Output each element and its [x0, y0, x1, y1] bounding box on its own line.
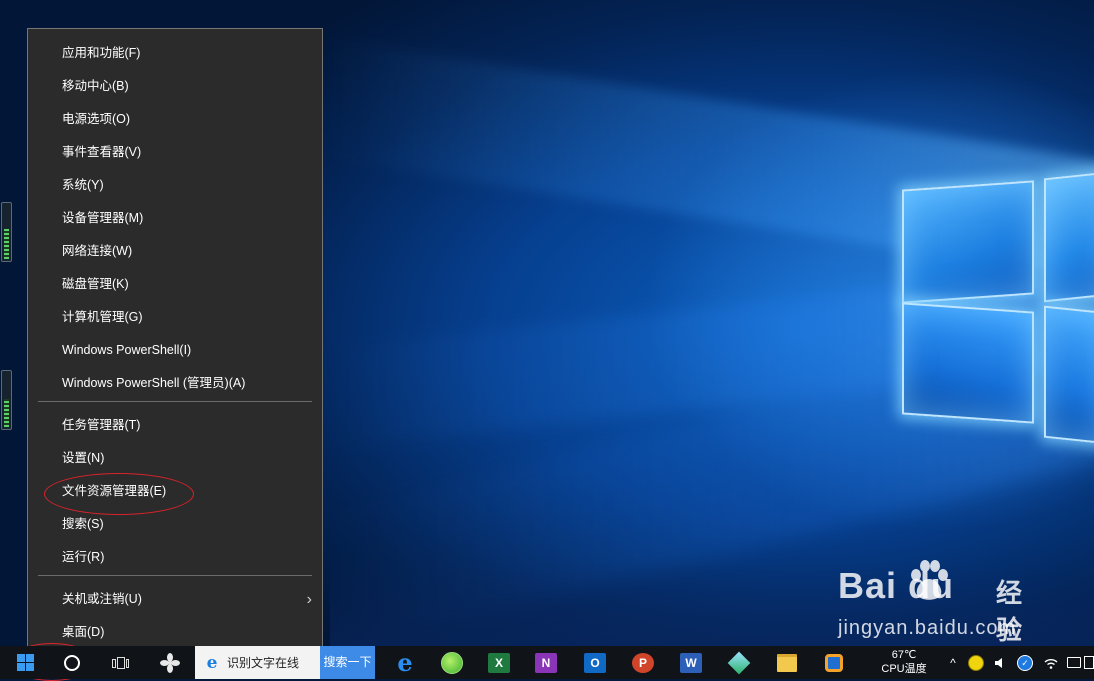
browser-360-icon: [441, 651, 463, 674]
menu-separator: [38, 401, 312, 402]
power-button[interactable]: [1064, 646, 1084, 679]
menu-item[interactable]: 关机或注销(U) ›: [28, 583, 322, 616]
menu-item[interactable]: 设备管理器(M): [28, 202, 322, 235]
cpu-temperature-label: CPU温度: [881, 663, 927, 675]
menu-item[interactable]: 网络连接(W): [28, 235, 322, 268]
taskbar-app-outlook[interactable]: O: [575, 646, 615, 679]
tray-security-app[interactable]: ✓: [1014, 646, 1036, 679]
cortana-icon: [64, 654, 80, 671]
menu-separator: [38, 575, 312, 576]
powerpoint-icon: P: [632, 652, 654, 673]
meter-gadget: [1, 202, 12, 262]
plug-icon: [1067, 657, 1081, 668]
cortana-button[interactable]: [52, 646, 92, 679]
search-input[interactable]: 识别文字在线: [227, 654, 309, 671]
menu-item[interactable]: 电源选项(O): [28, 103, 322, 136]
outlook-icon: O: [584, 652, 606, 673]
show-hidden-icons-button[interactable]: ^: [944, 646, 962, 679]
windows-logo-pane: [1044, 171, 1094, 303]
taskbar-app-orange[interactable]: [814, 646, 854, 679]
action-center-button[interactable]: [1084, 646, 1094, 679]
menu-item[interactable]: 运行(R): [28, 541, 322, 574]
taskbar-app-360-browser[interactable]: [432, 646, 472, 679]
menu-item[interactable]: 事件查看器(V): [28, 136, 322, 169]
tray-yellow-app[interactable]: [966, 646, 986, 679]
wifi-icon: [1044, 658, 1058, 669]
windows-logo-pane: [902, 180, 1034, 304]
fan-icon: [160, 652, 180, 673]
windows-logo-pane: [902, 302, 1034, 424]
windows-logo-icon: [16, 654, 34, 671]
taskbar-app-word[interactable]: W: [671, 646, 711, 679]
taskbar-app-excel[interactable]: X: [479, 646, 519, 679]
menu-item[interactable]: 应用和功能(F): [28, 37, 322, 70]
excel-icon: X: [488, 652, 510, 673]
taskbar: e 识别文字在线 搜索一下 e X N O P W 67℃ CPU温度 ^ ✓: [0, 646, 1094, 679]
menu-item[interactable]: 任务管理器(T): [28, 409, 322, 442]
menu-item[interactable]: Windows PowerShell (管理员)(A): [28, 367, 322, 400]
start-button[interactable]: [5, 646, 45, 679]
chevron-right-icon: ›: [306, 591, 312, 608]
menu-item[interactable]: 系统(Y): [28, 169, 322, 202]
winx-context-menu: 应用和功能(F) 移动中心(B) 电源选项(O) 事件查看器(V) 系统(Y) 设备管理器…: [27, 28, 323, 657]
floor-shadow: [330, 560, 1094, 646]
volume-button[interactable]: [990, 646, 1010, 679]
task-view-icon: [112, 656, 129, 669]
chevron-up-icon: ^: [950, 655, 956, 670]
menu-item[interactable]: Windows PowerShell(I): [28, 334, 322, 367]
taskbar-app-powerpoint[interactable]: P: [623, 646, 663, 679]
edge-icon: e: [397, 647, 413, 677]
windows-logo-pane: [1044, 305, 1094, 445]
menu-item[interactable]: 桌面(D): [28, 616, 322, 649]
menu-item[interactable]: 移动中心(B): [28, 70, 322, 103]
task-view-button[interactable]: [100, 646, 140, 679]
fan-app-button[interactable]: [150, 646, 190, 679]
taskbar-app-file-explorer[interactable]: [767, 646, 807, 679]
menu-item[interactable]: 计算机管理(G): [28, 301, 322, 334]
word-icon: W: [680, 652, 702, 673]
search-button[interactable]: 搜索一下: [320, 646, 375, 679]
folder-icon: [777, 653, 797, 672]
menu-item[interactable]: 磁盘管理(K): [28, 268, 322, 301]
taskbar-app-green[interactable]: [719, 646, 759, 679]
network-button[interactable]: [1040, 646, 1062, 679]
cpu-temperature-value: 67℃: [891, 649, 917, 661]
ie-icon: e: [206, 652, 218, 673]
check-shield-icon: ✓: [1017, 654, 1033, 671]
menu-item[interactable]: 设置(N): [28, 442, 322, 475]
onenote-icon: N: [535, 652, 557, 673]
speaker-icon: [995, 657, 1002, 668]
orange-app-icon: [825, 653, 843, 672]
green-app-icon: [727, 651, 751, 674]
search-bar[interactable]: e 识别文字在线 搜索一下: [195, 646, 375, 679]
yellow-circle-icon: [968, 654, 984, 671]
menu-item[interactable]: 文件资源管理器(E): [28, 475, 322, 508]
cpu-temperature[interactable]: 67℃ CPU温度: [872, 646, 936, 679]
taskbar-app-onenote[interactable]: N: [526, 646, 566, 679]
taskbar-app-edge[interactable]: e: [385, 646, 425, 679]
notification-icon: [1084, 656, 1094, 669]
menu-item[interactable]: 搜索(S): [28, 508, 322, 541]
meter-gadget: [1, 370, 12, 430]
